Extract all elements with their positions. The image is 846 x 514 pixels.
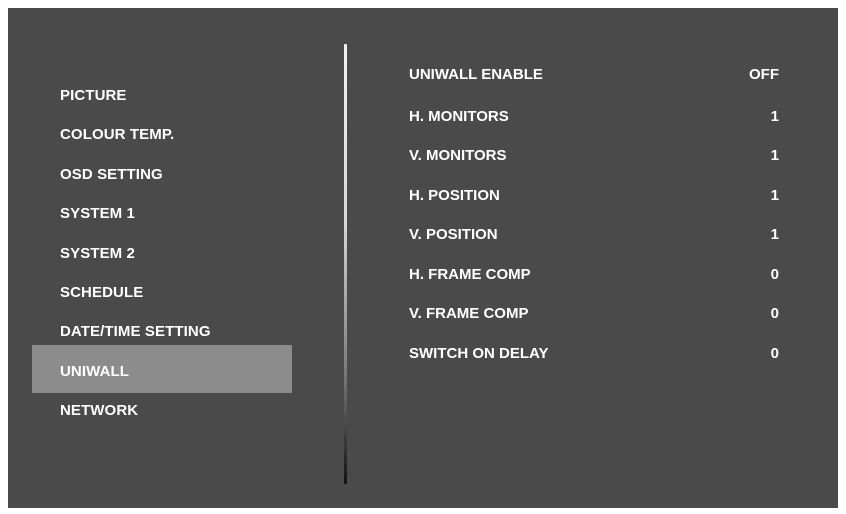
menu-item-colour-temp[interactable]: COLOUR TEMP.	[32, 115, 292, 155]
setting-row-h-position[interactable]: H. POSITION 1	[409, 184, 779, 208]
setting-label: H. MONITORS	[409, 108, 509, 125]
setting-row-uniwall-enable[interactable]: UNIWALL ENABLE OFF	[409, 63, 779, 87]
menu-divider	[344, 44, 347, 484]
setting-label: V. FRAME COMP	[409, 305, 529, 322]
menu-item-uniwall[interactable]: UNIWALL	[32, 345, 292, 393]
setting-row-v-frame-comp[interactable]: V. FRAME COMP 0	[409, 302, 779, 326]
setting-label: UNIWALL ENABLE	[409, 66, 543, 83]
setting-label: H. POSITION	[409, 187, 500, 204]
setting-row-v-position[interactable]: V. POSITION 1	[409, 223, 779, 247]
menu-item-osd-setting[interactable]: OSD SETTING	[32, 155, 292, 195]
menu-item-schedule[interactable]: SCHEDULE	[32, 273, 292, 313]
setting-value: 0	[770, 266, 779, 283]
setting-value: 0	[770, 305, 779, 322]
setting-value: 0	[770, 345, 779, 362]
setting-label: H. FRAME COMP	[409, 266, 531, 283]
setting-label: SWITCH ON DELAY	[409, 345, 549, 362]
setting-row-h-frame-comp[interactable]: H. FRAME COMP 0	[409, 263, 779, 287]
setting-label: V. MONITORS	[409, 147, 507, 164]
setting-value: 1	[770, 187, 779, 204]
setting-value: 1	[770, 147, 779, 164]
setting-value: 1	[770, 226, 779, 243]
menu-item-system-2[interactable]: SYSTEM 2	[32, 234, 292, 274]
main-menu: PICTURE COLOUR TEMP. OSD SETTING SYSTEM …	[8, 8, 338, 508]
menu-item-picture[interactable]: PICTURE	[32, 76, 292, 116]
menu-item-system-1[interactable]: SYSTEM 1	[32, 194, 292, 234]
setting-value: OFF	[749, 66, 779, 83]
osd-menu-panel: PICTURE COLOUR TEMP. OSD SETTING SYSTEM …	[8, 8, 838, 508]
setting-value: 1	[770, 108, 779, 125]
setting-row-h-monitors[interactable]: H. MONITORS 1	[409, 105, 779, 129]
uniwall-settings-list: UNIWALL ENABLE OFF H. MONITORS 1 V. MONI…	[409, 8, 779, 508]
setting-row-v-monitors[interactable]: V. MONITORS 1	[409, 144, 779, 168]
setting-label: V. POSITION	[409, 226, 498, 243]
menu-item-network[interactable]: NETWORK	[32, 391, 292, 431]
setting-row-switch-on-delay[interactable]: SWITCH ON DELAY 0	[409, 342, 779, 366]
